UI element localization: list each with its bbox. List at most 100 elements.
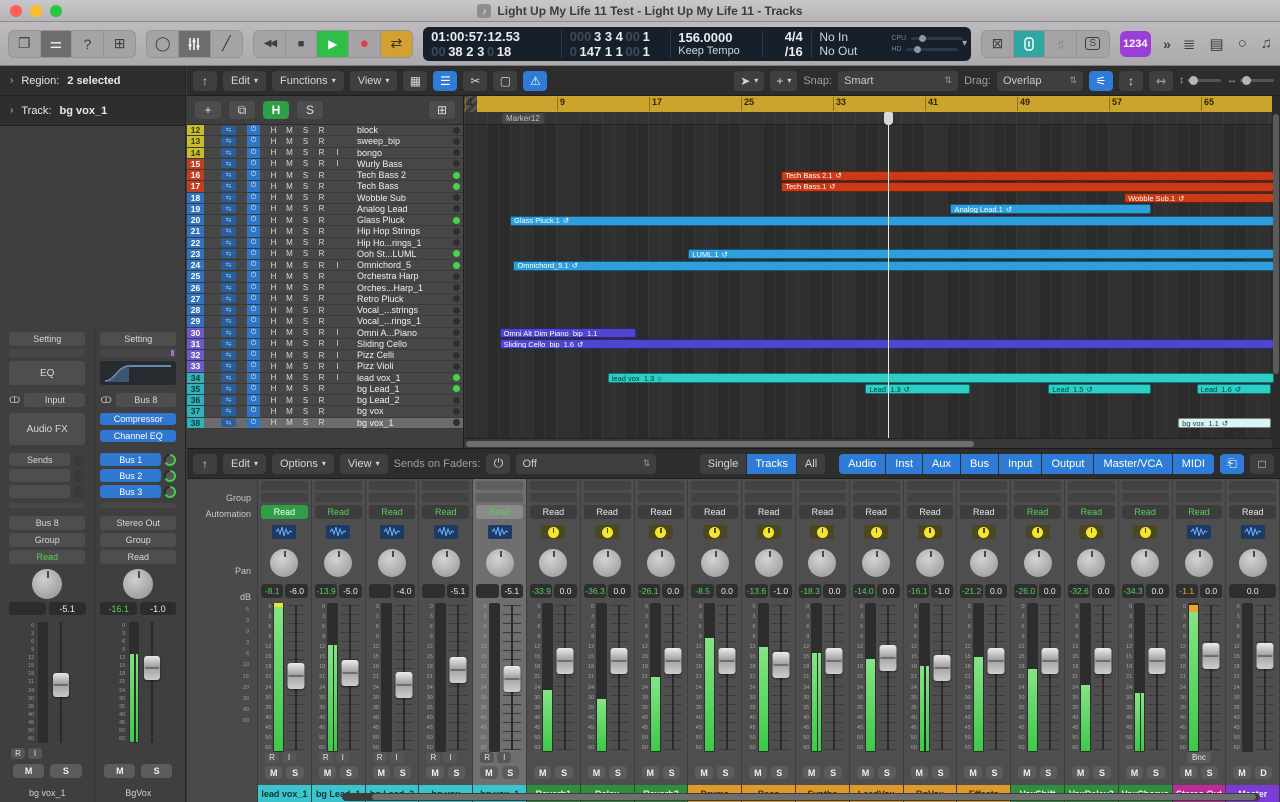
track-header-row[interactable]: 38⇆⏻HMSRbg vox_1 [187,418,463,429]
track-r-button[interactable]: R [315,272,328,281]
track-h-button[interactable]: H [267,294,280,303]
group-slot[interactable] [530,493,577,502]
track-s-button[interactable]: S [299,306,312,315]
track-s-button[interactable]: S [299,204,312,213]
automation-mode-button[interactable]: Read [315,505,362,519]
waveform-zoom-icon[interactable]: ⚟ [1089,71,1113,91]
group-slot[interactable] [960,493,1007,502]
filter-input-button[interactable]: Input [999,454,1041,474]
output-slot[interactable] [1068,481,1115,490]
track-power-icon[interactable]: ⏻ [247,373,260,383]
low-latency-icon[interactable] [1014,31,1046,57]
track-header-row[interactable]: 25⇆⏻HMSROrchestra Harp [187,271,463,282]
track-m-button[interactable]: M [283,339,296,348]
solo-button[interactable]: S [717,766,734,779]
pan-knob[interactable] [970,549,998,577]
track-s-button[interactable]: S [299,283,312,292]
setting-button[interactable]: Setting [100,332,176,346]
solo-button[interactable]: S [1147,766,1164,779]
mixer-strip[interactable]: Read-1.10.003691215182124303540455060Bnc… [1173,479,1227,802]
volume-fader[interactable] [771,603,791,752]
mute-button[interactable]: M [373,766,390,779]
track-h-button[interactable]: H [267,171,280,180]
automation-mode-button[interactable]: Read [745,505,792,519]
group-slot[interactable] [261,493,308,502]
track-s-button[interactable]: S [299,137,312,146]
track-r-button[interactable]: R [315,351,328,360]
mixer-strip[interactable]: Read-4.003691215182124303540455060RIMSbg… [366,479,420,802]
smart-controls-icon[interactable] [179,31,211,57]
track-name[interactable]: Tech Bass 2 [347,170,450,180]
pan-knob[interactable] [123,569,153,599]
mixer-strip[interactable]: Read-13.9-5.003691215182124303540455060R… [312,479,366,802]
track-freeze-icon[interactable]: ⇆ [221,137,236,146]
track-name[interactable]: Omni A...Piano [347,328,450,338]
minimize-window-button[interactable] [30,5,42,17]
filter-aux-button[interactable]: Aux [923,454,960,474]
pan-knob[interactable] [486,549,514,577]
track-power-icon[interactable]: ⏻ [247,249,260,259]
close-window-button[interactable] [10,5,22,17]
track-m-button[interactable]: M [283,317,296,326]
track-s-button[interactable]: S [299,182,312,191]
group-slot[interactable] [369,493,416,502]
collapse-zoom-icon[interactable]: ⇿ [1149,71,1173,91]
region[interactable]: Omnichord_5.1↺ [513,261,1273,271]
pan-knob[interactable] [1131,549,1159,577]
send-bus-button[interactable]: Bus 2 [100,469,161,482]
mute-button[interactable]: M [964,766,981,779]
track-h-button[interactable]: H [267,204,280,213]
solo-button[interactable]: S [141,764,172,778]
group-button[interactable]: Group [9,533,85,547]
input-monitor-button[interactable]: I [28,748,42,759]
output-slot[interactable] [1014,481,1061,490]
fader-handle[interactable] [1149,648,1166,674]
track-power-icon[interactable]: ⏻ [247,148,260,158]
track-r-button[interactable]: R [315,328,328,337]
track-name[interactable]: Ooh St...LUML [347,249,450,259]
track-input-monitor-button[interactable]: I [331,351,344,360]
track-h-button[interactable]: H [267,238,280,247]
fader-handle[interactable] [1202,643,1219,669]
solo-button[interactable]: S [878,766,895,779]
track-m-button[interactable]: M [283,283,296,292]
snap-select[interactable]: Smart⇅ [838,71,958,91]
plugin-button[interactable]: Compressor [100,413,176,425]
track-header-row[interactable]: 24⇆⏻HMSRIOmnichord_5 [187,260,463,271]
track-input-monitor-button[interactable]: I [331,328,344,337]
solo-button[interactable]: S [986,766,1003,779]
track-power-icon[interactable]: ⏻ [247,215,260,225]
volume-fader[interactable] [52,622,70,743]
back-arrow-button[interactable]: ↑ [193,71,217,91]
fader-handle[interactable] [342,660,359,686]
track-name[interactable]: Wurly Bass [347,159,450,169]
track-freeze-icon[interactable]: ⇆ [221,238,236,247]
track-name[interactable]: bg vox_1 [347,418,450,428]
fader-handle[interactable] [449,657,466,683]
arrange-canvas[interactable]: 1917253341495765 Marker12 Tech Bass 2.1↺… [464,96,1280,448]
volume-fader[interactable] [1255,603,1275,752]
track-h-button[interactable]: H [267,216,280,225]
output-slot[interactable] [315,481,362,490]
track-header-row[interactable]: 18⇆⏻HMSRWobble Sub [187,193,463,204]
mute-button[interactable]: M [1126,766,1143,779]
hide-tracks-button[interactable]: H [263,101,289,119]
fader-handle[interactable] [664,648,681,674]
track-freeze-icon[interactable]: ⇆ [221,339,236,348]
track-freeze-icon[interactable]: ⇆ [221,126,236,135]
track-header-row[interactable]: 23⇆⏻HMSROoh St...LUML [187,249,463,260]
autopunch-icon[interactable]: ⊠ [982,31,1014,57]
automation-mode-button[interactable]: Read [691,505,738,519]
input-monitor-button[interactable]: I [336,752,350,763]
volume-fader[interactable] [986,603,1006,752]
tuner-icon[interactable]: ◯ [147,31,179,57]
track-header-row[interactable]: 34⇆⏻HMSRIlead vox_1 [187,373,463,384]
track-header-row[interactable]: 17⇆⏻HMSRTech Bass [187,181,463,192]
note-pads-icon[interactable]: ▤ [1210,35,1224,53]
track-h-button[interactable]: H [267,396,280,405]
fader-handle[interactable] [1095,648,1112,674]
mute-button[interactable]: M [588,766,605,779]
track-h-button[interactable]: H [267,182,280,191]
automation-mode-button[interactable]: Read [853,505,900,519]
track-power-icon[interactable]: ⏻ [247,339,260,349]
